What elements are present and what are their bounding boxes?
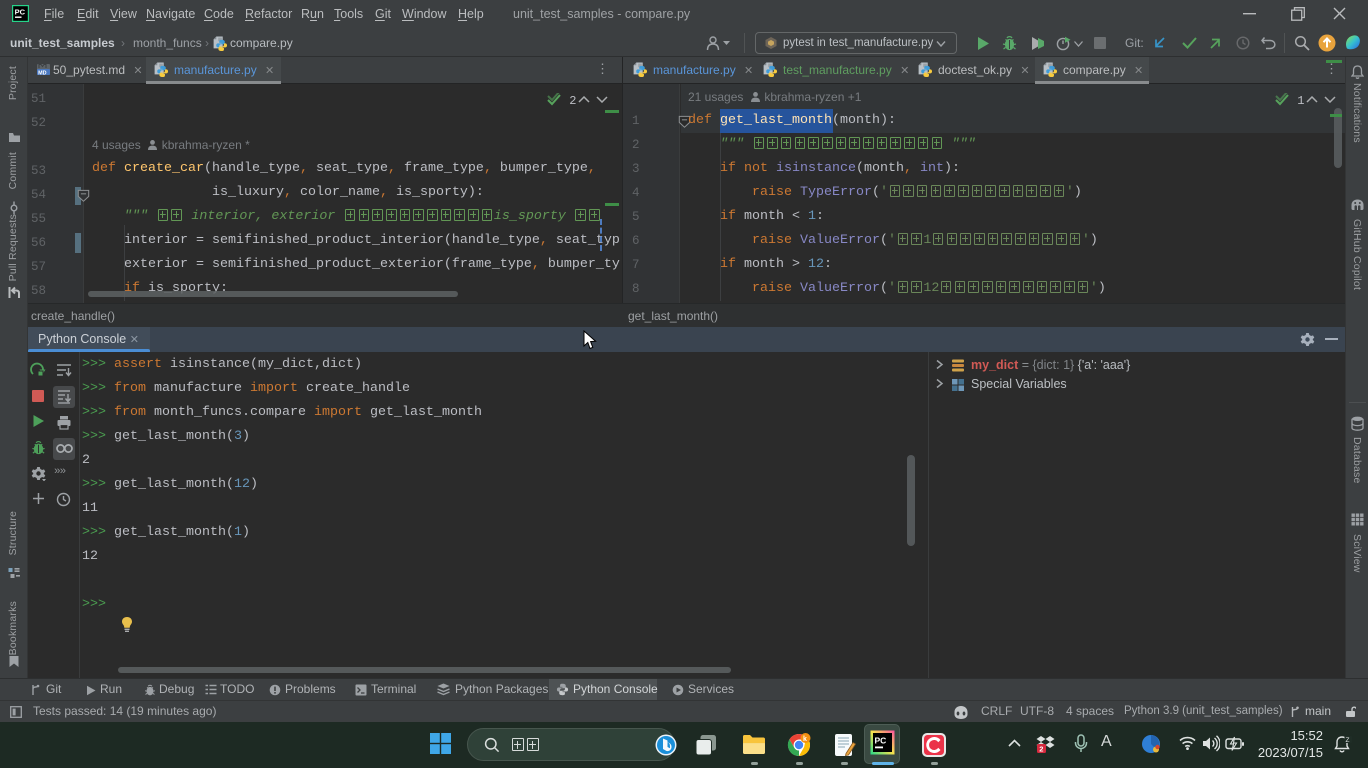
svg-text:MD: MD: [38, 70, 46, 76]
svg-text:2: 2: [1039, 744, 1043, 753]
svg-text:Z: Z: [1346, 737, 1350, 744]
svg-text:PC: PC: [15, 8, 26, 17]
svg-text:k: k: [803, 736, 807, 743]
svg-text:PC: PC: [875, 736, 887, 746]
